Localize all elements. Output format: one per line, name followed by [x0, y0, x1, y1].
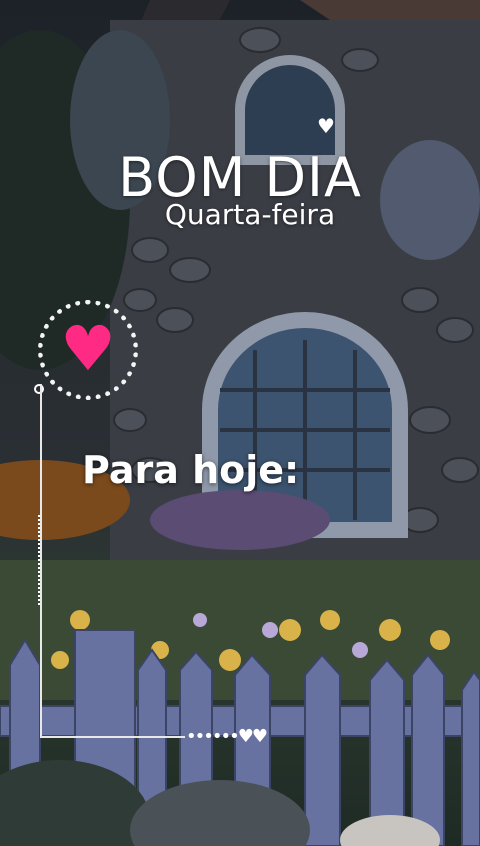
- pink-heart-icon: ♥: [60, 311, 116, 385]
- heart-badge: ♥: [38, 300, 138, 400]
- list-heading: Para hoje:: [82, 448, 300, 492]
- timeline-dotted-segment: [38, 515, 42, 605]
- timeline-dot: [34, 384, 44, 394]
- timeline-bottom-line: [40, 736, 185, 738]
- arrow-hearts-icon: ••••••♥♥: [186, 726, 268, 747]
- weekday-subtitle: Quarta-feira: [164, 198, 336, 231]
- cottage-garden-background: [0, 0, 480, 846]
- greeting-card: ♥ BOM DIA Quarta-feira ♥ ••••••♥♥ Para h…: [0, 0, 480, 846]
- white-heart-icon: ♥: [317, 114, 335, 138]
